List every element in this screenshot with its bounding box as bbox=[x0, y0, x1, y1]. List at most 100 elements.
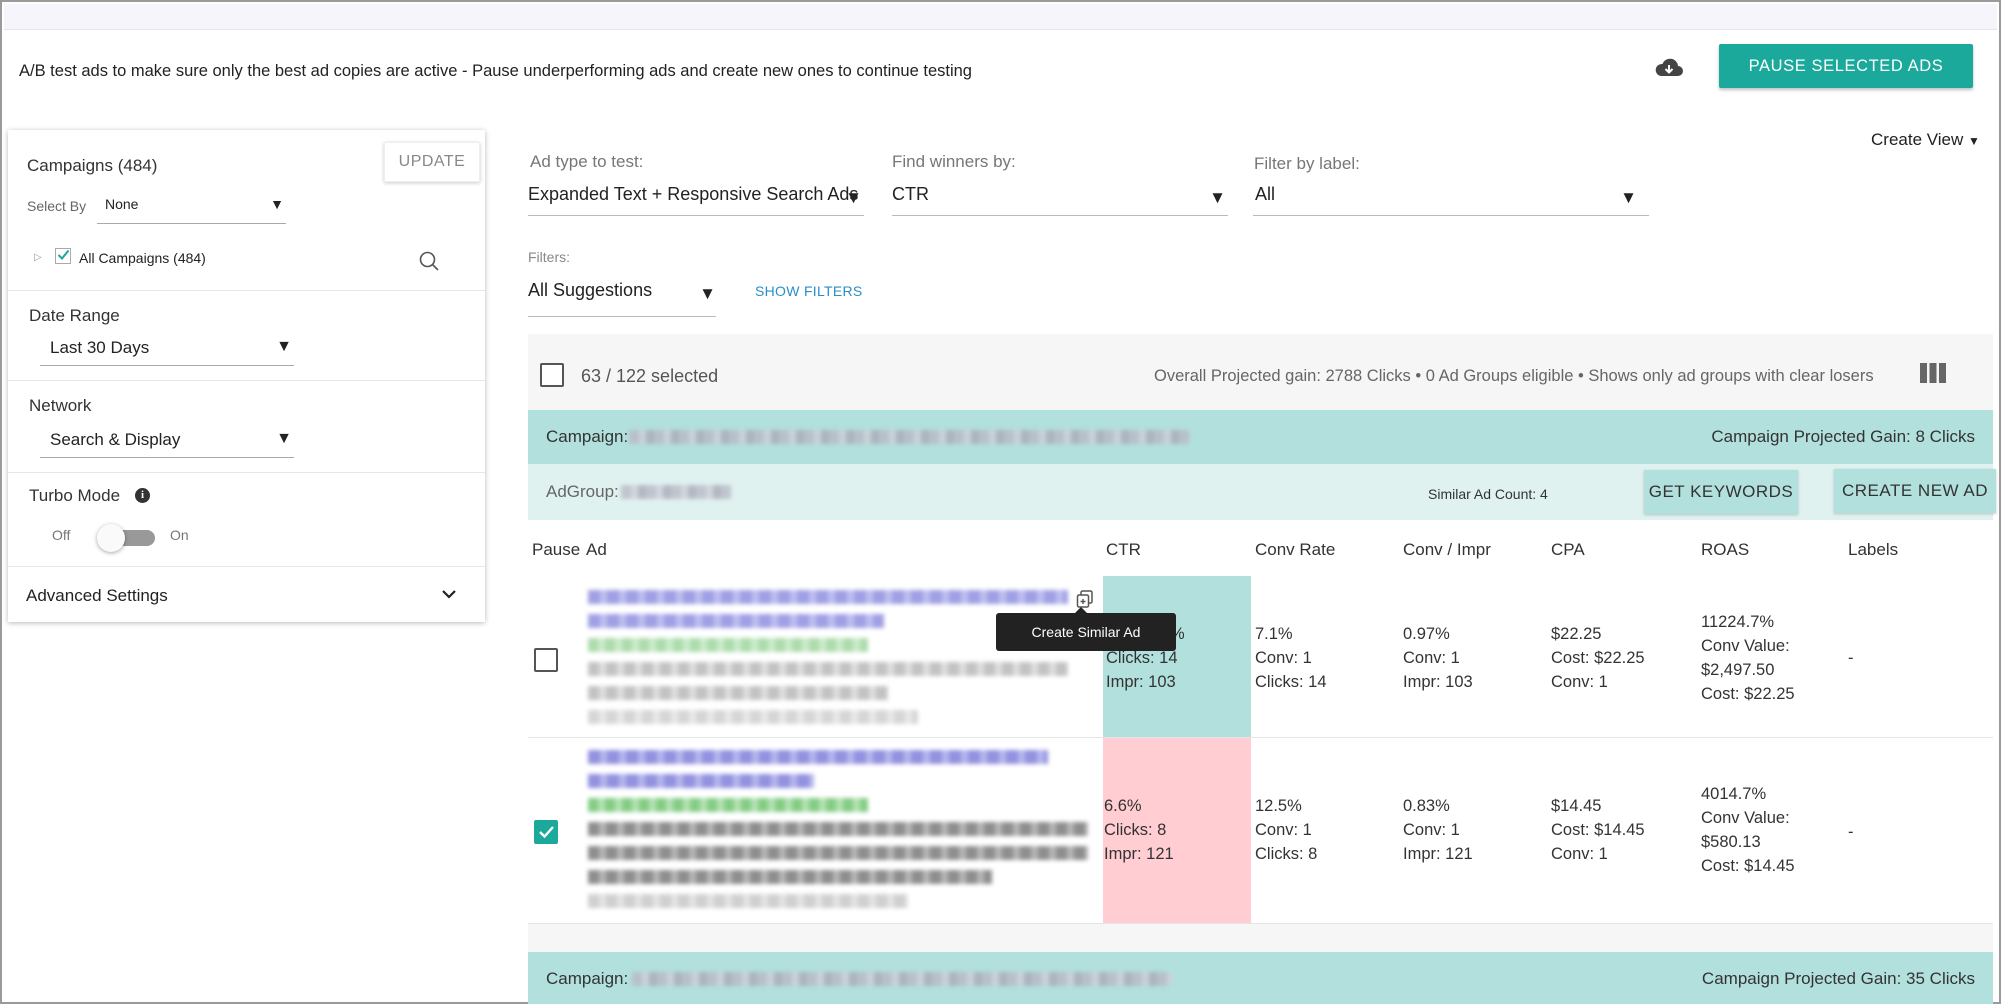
cpa-conv: Conv: 1 bbox=[1551, 845, 1608, 863]
select-by-label: Select By bbox=[27, 198, 87, 214]
network-label: Network bbox=[29, 396, 92, 415]
conv-rate-value: 12.5% bbox=[1255, 797, 1302, 815]
date-range-label: Date Range bbox=[29, 306, 120, 325]
find-winners-value: CTR bbox=[892, 184, 929, 204]
column-header-ctr[interactable]: CTR bbox=[1106, 540, 1141, 560]
all-campaigns-checkbox[interactable] bbox=[55, 248, 71, 264]
pause-selected-ads-button[interactable]: PAUSE SELECTED ADS bbox=[1719, 44, 1973, 88]
conv-rate-conv: Conv: 1 bbox=[1255, 649, 1312, 667]
campaign-header: Campaign: Campaign Projected Gain: 8 Cli… bbox=[528, 410, 1993, 464]
divider bbox=[8, 472, 485, 473]
toggle-off-label: Off bbox=[52, 527, 71, 543]
dropdown-caret-icon: ▼ bbox=[270, 196, 284, 212]
advanced-settings-toggle[interactable]: Advanced Settings bbox=[26, 586, 168, 606]
create-similar-ad-tooltip: Create Similar Ad bbox=[996, 607, 1176, 651]
cpa-values: $14.45 Cost: $14.45 Conv: 1 bbox=[1551, 794, 1645, 866]
info-icon[interactable]: i bbox=[135, 488, 150, 503]
cpa-conv: Conv: 1 bbox=[1551, 673, 1608, 691]
column-header-labels[interactable]: Labels bbox=[1848, 540, 1898, 560]
network-dropdown[interactable]: Search & Display ▼ bbox=[40, 428, 294, 458]
cloud-download-icon[interactable] bbox=[1654, 56, 1684, 80]
ctr-values: 6.6% Clicks: 8 Impr: 121 bbox=[1104, 794, 1174, 866]
divider bbox=[8, 290, 485, 291]
labels-value: - bbox=[1848, 649, 1854, 667]
cpa-value: $14.45 bbox=[1551, 797, 1602, 815]
dropdown-caret-icon: ▼ bbox=[845, 188, 862, 207]
all-campaigns-label: All Campaigns (484) bbox=[79, 250, 206, 266]
ctr-impr: Impr: 121 bbox=[1104, 845, 1174, 863]
create-view-menu[interactable]: Create View ▼ bbox=[1871, 130, 1980, 150]
roas-conv-value: $580.13 bbox=[1701, 833, 1761, 851]
ad-headline-redacted bbox=[588, 590, 1068, 604]
adgroup-name-redacted bbox=[621, 485, 731, 499]
chevron-down-icon[interactable] bbox=[441, 588, 457, 600]
campaign-header: Campaign: Campaign Projected Gain: 35 Cl… bbox=[528, 952, 1993, 1004]
ctr-impr: Impr: 103 bbox=[1106, 673, 1176, 691]
ad-url-redacted bbox=[588, 638, 868, 652]
create-view-label: Create View bbox=[1871, 130, 1964, 149]
column-header-conv-rate[interactable]: Conv Rate bbox=[1255, 540, 1335, 560]
find-winners-dropdown[interactable]: CTR ▼ bbox=[892, 180, 1228, 216]
campaign-name-redacted bbox=[629, 430, 1189, 444]
toggle-on-label: On bbox=[170, 527, 189, 543]
column-header-conv-impr[interactable]: Conv / Impr bbox=[1403, 540, 1491, 560]
selected-count: 63 / 122 selected bbox=[581, 366, 719, 386]
ctr-value: 6.6% bbox=[1104, 797, 1142, 815]
update-button[interactable]: UPDATE bbox=[384, 142, 480, 182]
pause-checkbox[interactable] bbox=[534, 820, 558, 844]
conv-impr-value: 0.83% bbox=[1403, 797, 1450, 815]
date-range-value: Last 30 Days bbox=[50, 338, 150, 357]
copy-icon[interactable] bbox=[1075, 589, 1095, 609]
check-icon bbox=[539, 826, 554, 839]
dropdown-caret-icon: ▼ bbox=[1209, 188, 1226, 207]
divider bbox=[8, 380, 485, 381]
conv-rate-value: 7.1% bbox=[1255, 625, 1293, 643]
caret-down-icon: ▼ bbox=[1968, 134, 1980, 148]
overall-gain-text: Overall Projected gain: 2788 Clicks • 0 … bbox=[1154, 367, 1874, 385]
network-value: Search & Display bbox=[50, 430, 181, 449]
adgroup-label: AdGroup: bbox=[546, 482, 619, 501]
conv-rate-values: 7.1% Conv: 1 Clicks: 14 bbox=[1255, 622, 1327, 694]
columns-icon[interactable] bbox=[1919, 362, 1947, 384]
ad-description-redacted bbox=[588, 822, 1088, 836]
create-new-ad-button[interactable]: CREATE NEW AD bbox=[1834, 469, 1996, 513]
ad-description-redacted bbox=[588, 662, 1068, 676]
dropdown-caret-icon: ▼ bbox=[276, 430, 292, 447]
tree-expand-icon[interactable]: ▷ bbox=[34, 252, 42, 263]
labels-value: - bbox=[1848, 823, 1854, 841]
filters-dropdown[interactable]: All Suggestions ▼ bbox=[528, 272, 716, 317]
select-by-value: None bbox=[105, 196, 139, 212]
similar-ad-count: Similar Ad Count: 4 bbox=[1428, 486, 1548, 502]
intro-text: A/B test ads to make sure only the best … bbox=[19, 62, 972, 80]
check-icon bbox=[57, 249, 70, 260]
campaign-name-redacted bbox=[632, 972, 1172, 986]
filter-by-label-label: Filter by label: bbox=[1254, 154, 1360, 173]
pause-checkbox[interactable] bbox=[534, 648, 558, 672]
table-header: Pause Ad CTR Conv Rate Conv / Impr CPA R… bbox=[528, 520, 1993, 576]
ad-url-redacted bbox=[588, 798, 868, 812]
show-filters-link[interactable]: SHOW FILTERS bbox=[755, 283, 863, 299]
column-header-cpa[interactable]: CPA bbox=[1551, 540, 1585, 560]
ad-type-label: Ad type to test: bbox=[530, 152, 644, 171]
select-all-checkbox[interactable] bbox=[540, 363, 564, 387]
column-header-roas[interactable]: ROAS bbox=[1701, 540, 1749, 560]
conv-impr-value: 0.97% bbox=[1403, 625, 1450, 643]
ad-description-redacted bbox=[588, 686, 888, 700]
search-icon[interactable] bbox=[418, 250, 440, 272]
filter-by-label-dropdown[interactable]: All ▼ bbox=[1253, 180, 1649, 216]
ad-display-url-redacted bbox=[588, 894, 908, 908]
roas-value: 11224.7% bbox=[1701, 613, 1775, 631]
column-header-pause[interactable]: Pause bbox=[532, 540, 580, 560]
conv-rate-clicks: Clicks: 14 bbox=[1255, 673, 1327, 691]
ad-type-dropdown[interactable]: Expanded Text + Responsive Search Ads ▼ bbox=[528, 180, 864, 216]
ad-headline-redacted bbox=[588, 614, 884, 628]
date-range-dropdown[interactable]: Last 30 Days ▼ bbox=[40, 336, 294, 366]
column-header-ad[interactable]: Ad bbox=[586, 540, 607, 560]
select-by-dropdown[interactable]: None ▼ bbox=[97, 196, 286, 224]
turbo-mode-label: Turbo Mode bbox=[29, 486, 121, 505]
roas-cost: Cost: $22.25 bbox=[1701, 685, 1795, 703]
cpa-cost: Cost: $22.25 bbox=[1551, 649, 1645, 667]
toggle-knob[interactable] bbox=[97, 524, 125, 552]
ad-display-url-redacted bbox=[588, 710, 918, 724]
get-keywords-button[interactable]: GET KEYWORDS bbox=[1644, 470, 1798, 514]
